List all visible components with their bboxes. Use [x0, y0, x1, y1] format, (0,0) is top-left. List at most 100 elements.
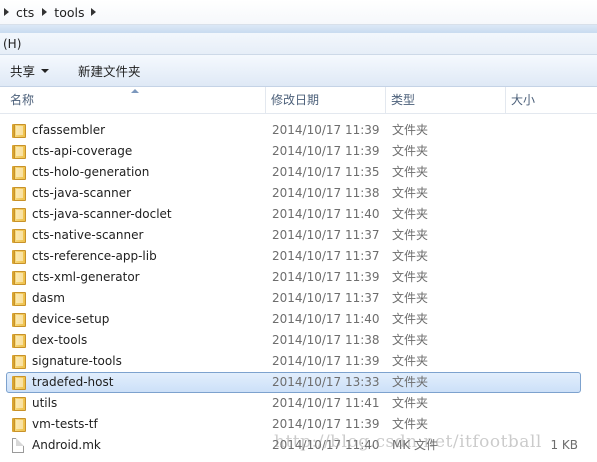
folder-icon — [12, 120, 28, 141]
list-item[interactable]: cfassembler 2014/10/17 11:39 文件夹 — [0, 120, 597, 141]
file-type: 文件夹 — [392, 312, 429, 326]
file-name: Android.mk — [32, 438, 101, 452]
list-item[interactable]: cts-reference-app-lib 2014/10/17 11:37 文… — [0, 246, 597, 267]
file-type: 文件夹 — [392, 417, 429, 431]
file-modified: 2014/10/17 11:37 — [272, 228, 380, 242]
folder-icon — [12, 351, 28, 372]
breadcrumb-item-tools[interactable]: tools — [54, 5, 84, 20]
folder-icon — [12, 393, 28, 414]
file-name: dex-tools — [32, 333, 88, 347]
list-item[interactable]: cts-holo-generation 2014/10/17 11:35 文件夹 — [0, 162, 597, 183]
file-size — [512, 309, 578, 330]
share-label: 共享 — [10, 64, 36, 79]
file-type: 文件夹 — [392, 375, 429, 389]
file-name: device-setup — [32, 312, 110, 326]
file-type: 文件夹 — [392, 144, 429, 158]
list-item[interactable]: Android.mk 2014/10/17 11:40 MK 文件 1 KB — [0, 435, 597, 456]
list-item[interactable]: signature-tools 2014/10/17 11:39 文件夹 — [0, 351, 597, 372]
file-size — [512, 372, 578, 393]
column-divider[interactable] — [385, 87, 386, 113]
file-size — [512, 246, 578, 267]
file-modified: 2014/10/17 11:35 — [272, 165, 380, 179]
file-name: tradefed-host — [32, 375, 114, 389]
file-type: 文件夹 — [392, 165, 429, 179]
list-item[interactable]: dasm 2014/10/17 11:37 文件夹 — [0, 288, 597, 309]
folder-icon — [12, 330, 28, 351]
file-type: 文件夹 — [392, 396, 429, 410]
breadcrumb-item-cts[interactable]: cts — [16, 5, 34, 20]
file-name: cts-reference-app-lib — [32, 249, 157, 263]
folder-icon — [12, 183, 28, 204]
file-type: MK 文件 — [392, 438, 439, 452]
file-type: 文件夹 — [392, 333, 429, 347]
menu-bar: (H) — [0, 33, 597, 55]
list-item[interactable]: tradefed-host 2014/10/17 13:33 文件夹 — [0, 372, 597, 393]
file-modified: 2014/10/17 11:39 — [272, 123, 380, 137]
menu-help[interactable]: (H) — [0, 37, 21, 51]
file-type: 文件夹 — [392, 207, 429, 221]
explorer-window: cts tools (H) 共享 新建文件夹 名称 修改日期 类型 大小 cfa… — [0, 0, 597, 462]
file-modified: 2014/10/17 11:40 — [272, 207, 380, 221]
chevron-down-icon — [41, 69, 50, 73]
file-size — [512, 288, 578, 309]
file-modified: 2014/10/17 11:40 — [272, 312, 380, 326]
list-item[interactable]: dex-tools 2014/10/17 11:38 文件夹 — [0, 330, 597, 351]
list-item[interactable]: cts-java-scanner-doclet 2014/10/17 11:40… — [0, 204, 597, 225]
list-item[interactable]: cts-java-scanner 2014/10/17 11:38 文件夹 — [0, 183, 597, 204]
file-modified: 2014/10/17 11:40 — [272, 438, 380, 452]
file-name: cts-api-coverage — [32, 144, 133, 158]
file-name: vm-tests-tf — [32, 417, 98, 431]
column-name[interactable]: 名称 — [7, 87, 264, 113]
list-item[interactable]: vm-tests-tf 2014/10/17 11:39 文件夹 — [0, 414, 597, 435]
column-size[interactable]: 大小 — [508, 87, 588, 113]
new-folder-button[interactable]: 新建文件夹 — [72, 55, 141, 86]
folder-icon — [12, 246, 28, 267]
breadcrumb-separator-icon[interactable] — [91, 8, 97, 16]
file-size: 1 KB — [550, 438, 578, 452]
file-type: 文件夹 — [392, 228, 429, 242]
file-name: cts-holo-generation — [32, 165, 150, 179]
file-modified: 2014/10/17 11:37 — [272, 249, 380, 263]
file-icon — [12, 435, 28, 456]
command-bar: 共享 新建文件夹 — [0, 55, 597, 87]
file-size — [512, 414, 578, 435]
list-item[interactable]: cts-api-coverage 2014/10/17 11:39 文件夹 — [0, 141, 597, 162]
column-modified[interactable]: 修改日期 — [268, 87, 384, 113]
list-item[interactable]: utils 2014/10/17 11:41 文件夹 — [0, 393, 597, 414]
breadcrumb-separator-icon[interactable] — [4, 8, 9, 16]
file-type: 文件夹 — [392, 270, 429, 284]
file-name: cts-native-scanner — [32, 228, 144, 242]
list-item[interactable]: cts-native-scanner 2014/10/17 11:37 文件夹 — [0, 225, 597, 246]
column-divider[interactable] — [505, 87, 506, 113]
file-name: cts-java-scanner — [32, 186, 132, 200]
folder-icon — [12, 225, 28, 246]
file-modified: 2014/10/17 11:39 — [272, 144, 380, 158]
folder-icon — [12, 288, 28, 309]
address-bar[interactable]: cts tools — [0, 0, 597, 25]
breadcrumb-separator-icon[interactable] — [42, 8, 48, 16]
file-name: cfassembler — [32, 123, 106, 137]
file-size — [512, 183, 578, 204]
file-size — [512, 141, 578, 162]
column-divider[interactable] — [265, 87, 266, 113]
folder-icon — [12, 309, 28, 330]
file-type: 文件夹 — [392, 291, 429, 305]
share-button[interactable]: 共享 — [0, 55, 72, 86]
file-type: 文件夹 — [392, 354, 429, 368]
file-size — [512, 393, 578, 414]
file-size — [512, 120, 578, 141]
file-size — [512, 330, 578, 351]
file-size — [512, 162, 578, 183]
file-modified: 2014/10/17 13:33 — [272, 375, 380, 389]
file-size — [512, 267, 578, 288]
column-type[interactable]: 类型 — [388, 87, 504, 113]
file-modified: 2014/10/17 11:39 — [272, 270, 380, 284]
title-strip — [0, 25, 597, 33]
list-item[interactable]: device-setup 2014/10/17 11:40 文件夹 — [0, 309, 597, 330]
file-name: utils — [32, 396, 58, 410]
file-modified: 2014/10/17 11:37 — [272, 291, 380, 305]
list-item[interactable]: cts-xml-generator 2014/10/17 11:39 文件夹 — [0, 267, 597, 288]
folder-icon — [12, 204, 28, 225]
file-size — [512, 204, 578, 225]
file-type: 文件夹 — [392, 123, 429, 137]
